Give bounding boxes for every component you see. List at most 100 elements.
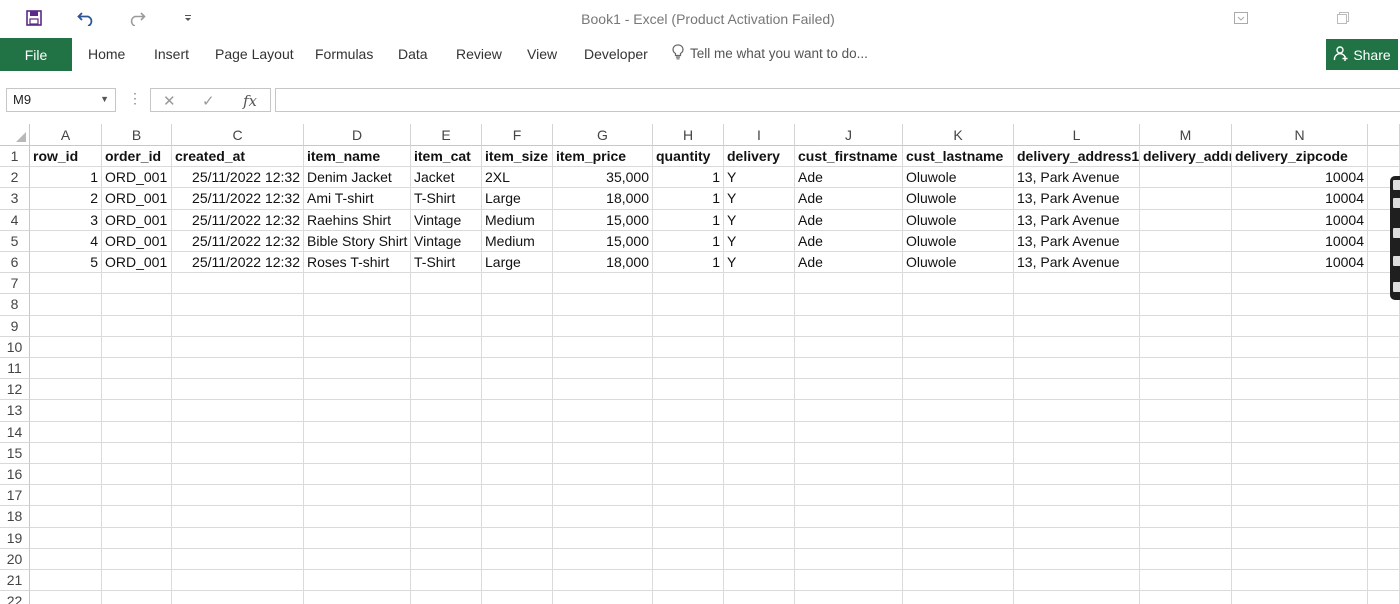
empty-cell[interactable] [482,442,553,464]
table-cell[interactable]: Y [724,230,795,252]
empty-cell[interactable] [1140,591,1232,604]
empty-cell[interactable] [903,591,1014,604]
empty-cell[interactable] [102,548,172,570]
empty-cell[interactable] [1368,358,1400,380]
chevron-down-icon[interactable]: ▼ [100,94,109,104]
empty-cell[interactable] [1368,379,1400,401]
empty-cell[interactable] [903,358,1014,380]
empty-cell[interactable] [102,464,172,486]
floating-side-toolbar[interactable] [1390,176,1400,300]
table-cell[interactable]: Ade [795,167,903,189]
ribbon-display-options-icon[interactable] [1230,8,1252,28]
row-header[interactable]: 2 [0,167,30,189]
empty-cell[interactable] [102,485,172,507]
empty-cell[interactable] [1140,506,1232,528]
empty-cell[interactable] [102,570,172,592]
empty-cell[interactable] [795,358,903,380]
empty-cell[interactable] [724,358,795,380]
empty-cell[interactable] [653,527,724,549]
empty-cell[interactable] [795,294,903,316]
empty-cell[interactable] [553,485,653,507]
empty-cell[interactable] [172,464,304,486]
empty-cell[interactable] [553,400,653,422]
empty-cell[interactable] [653,315,724,337]
empty-cell[interactable] [1014,379,1140,401]
empty-cell[interactable] [1014,485,1140,507]
table-cell[interactable]: 18,000 [553,188,653,210]
empty-cell[interactable] [653,273,724,295]
table-cell[interactable]: Large [482,252,553,274]
empty-cell[interactable] [482,527,553,549]
empty-cell[interactable] [304,358,411,380]
empty-cell[interactable] [795,591,903,604]
empty-cell[interactable] [553,548,653,570]
empty-cell[interactable] [172,570,304,592]
column-header-j[interactable]: J [795,124,903,146]
empty-cell[interactable] [1232,315,1368,337]
empty-cell[interactable] [482,294,553,316]
table-cell[interactable] [1140,230,1232,252]
empty-cell[interactable] [724,570,795,592]
header-cell[interactable]: delivery_address1 [1014,146,1140,168]
empty-cell[interactable] [1140,273,1232,295]
row-header[interactable]: 21 [0,570,30,592]
empty-cell[interactable] [482,506,553,528]
empty-cell[interactable] [102,358,172,380]
empty-cell[interactable] [482,485,553,507]
empty-cell[interactable] [1368,591,1400,604]
column-header-a[interactable]: A [30,124,102,146]
empty-cell[interactable] [653,294,724,316]
empty-cell[interactable] [1014,548,1140,570]
table-cell[interactable]: Y [724,167,795,189]
empty-cell[interactable] [172,485,304,507]
row-header[interactable]: 12 [0,379,30,401]
table-cell[interactable]: ORD_001 [102,230,172,252]
empty-cell[interactable] [411,442,482,464]
header-cell[interactable]: delivery [724,146,795,168]
empty-cell[interactable] [411,315,482,337]
empty-cell[interactable] [1140,548,1232,570]
empty-cell[interactable] [903,527,1014,549]
empty-cell[interactable] [1368,315,1400,337]
column-header-g[interactable]: G [553,124,653,146]
row-header[interactable]: 6 [0,252,30,274]
empty-cell[interactable] [903,400,1014,422]
empty-cell[interactable] [553,336,653,358]
table-cell[interactable]: 1 [653,209,724,231]
empty-cell[interactable] [411,379,482,401]
copy-icon[interactable] [1393,256,1400,266]
table-cell[interactable]: Y [724,188,795,210]
header-cell[interactable]: row_id [30,146,102,168]
table-cell[interactable]: 18,000 [553,252,653,274]
empty-cell[interactable] [172,336,304,358]
table-cell[interactable]: 25/11/2022 12:32 [172,167,304,189]
header-cell[interactable]: item_size [482,146,553,168]
row-header[interactable]: 7 [0,273,30,295]
empty-cell[interactable] [1140,294,1232,316]
empty-cell[interactable] [1140,421,1232,443]
tab-data[interactable]: Data [398,46,428,62]
empty-cell[interactable] [172,442,304,464]
empty-cell[interactable] [172,548,304,570]
empty-cell[interactable] [30,591,102,604]
empty-cell[interactable] [102,506,172,528]
empty-cell[interactable] [1368,400,1400,422]
empty-cell[interactable] [795,315,903,337]
empty-cell[interactable] [795,379,903,401]
column-header-e[interactable]: E [411,124,482,146]
column-header-k[interactable]: K [903,124,1014,146]
empty-cell[interactable] [102,315,172,337]
empty-cell[interactable] [411,464,482,486]
empty-cell[interactable] [1140,379,1232,401]
row-header[interactable]: 22 [0,591,30,604]
empty-cell[interactable] [795,548,903,570]
empty-cell[interactable] [903,548,1014,570]
empty-cell[interactable] [653,358,724,380]
empty-cell[interactable] [411,527,482,549]
empty-cell[interactable] [172,527,304,549]
tab-home[interactable]: Home [88,46,125,62]
empty-cell[interactable] [553,379,653,401]
empty-cell[interactable] [30,442,102,464]
column-header-h[interactable]: H [653,124,724,146]
empty-cell[interactable] [903,570,1014,592]
